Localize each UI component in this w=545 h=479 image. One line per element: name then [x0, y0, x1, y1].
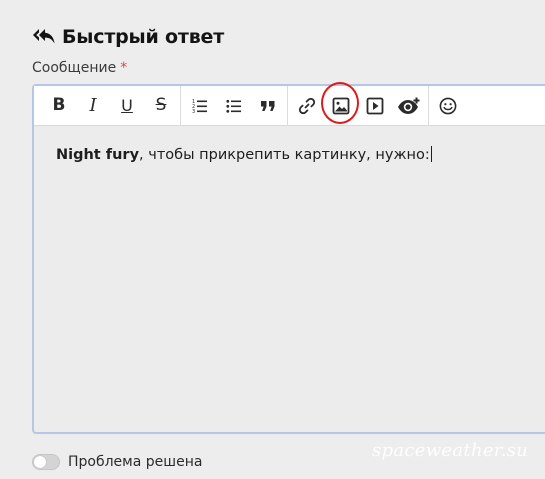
unordered-list-button[interactable] [217, 89, 251, 123]
problem-solved-row: Проблема решена [32, 454, 202, 470]
link-icon [298, 97, 316, 114]
toolbar-group-insert [288, 81, 429, 126]
text-caret [430, 146, 432, 162]
reply-all-icon [32, 27, 56, 47]
problem-solved-label: Проблема решена [68, 454, 203, 470]
content-text: , чтобы прикрепить картинку, нужно: [139, 147, 430, 163]
eye-plus-icon [398, 97, 420, 114]
smiley-icon [439, 97, 457, 114]
message-field-label: Сообщение * [32, 60, 127, 76]
quick-reply-header: Быстрый ответ [32, 24, 224, 50]
ordered-list-icon: 1 2 3 [192, 99, 207, 114]
editor-content[interactable]: Night fury, чтобы прикрепить картинку, н… [56, 146, 432, 163]
toggle-knob [34, 456, 46, 468]
toolbar-group-emoji [429, 86, 467, 126]
bold-button[interactable]: B [42, 89, 76, 123]
editor-toolbar: B I U S 1 2 3 [34, 81, 545, 126]
media-button[interactable] [358, 89, 392, 123]
page-title: Быстрый ответ [62, 26, 225, 48]
site-watermark: spaceweather.su [372, 440, 529, 461]
toolbar-group-formatting: B I U S [40, 85, 181, 126]
italic-button[interactable]: I [76, 89, 110, 123]
underline-icon: U [121, 95, 133, 115]
video-icon [366, 97, 384, 114]
unordered-list-icon [226, 99, 241, 113]
bold-icon: B [52, 95, 66, 115]
message-label-text: Сообщение [32, 60, 117, 76]
svg-text:3: 3 [192, 109, 195, 114]
problem-solved-toggle[interactable] [32, 454, 60, 470]
message-editor[interactable]: B I U S 1 2 3 Night fury, чтобы прикрепи… [32, 81, 545, 434]
required-marker: * [120, 60, 128, 76]
preview-button[interactable] [392, 89, 426, 123]
image-icon [332, 97, 350, 114]
emoji-button[interactable] [431, 89, 465, 123]
quote-icon [261, 100, 275, 111]
underline-button[interactable]: U [110, 89, 144, 123]
strikethrough-button[interactable]: S [144, 89, 178, 123]
strikethrough-icon: S [155, 95, 167, 115]
content-bold-mention: Night fury [56, 147, 140, 163]
toolbar-group-blocks: 1 2 3 [181, 85, 288, 126]
italic-icon: I [89, 94, 97, 116]
quote-button[interactable] [251, 89, 285, 123]
ordered-list-button[interactable]: 1 2 3 [183, 89, 217, 123]
link-button[interactable] [290, 89, 324, 123]
image-button[interactable] [321, 81, 359, 124]
